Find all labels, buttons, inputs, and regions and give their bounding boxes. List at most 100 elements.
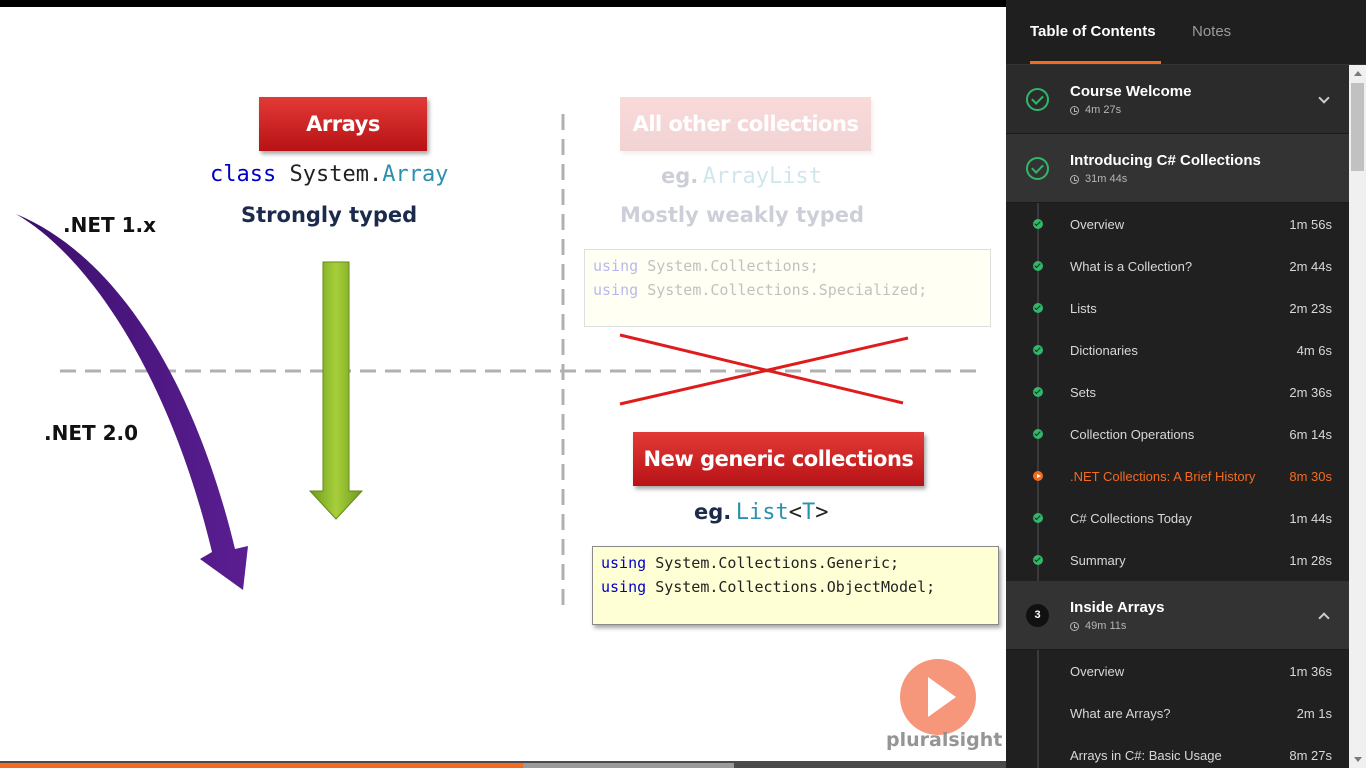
clip-title: What is a Collection?: [1070, 259, 1193, 274]
tab-notes[interactable]: Notes: [1192, 23, 1231, 40]
eg-type-param: T: [801, 500, 816, 525]
eg-prefix: eg.: [694, 500, 732, 524]
generic-eg: eg. List<T>: [694, 500, 828, 525]
code-text: System.Collections.ObjectModel;: [655, 578, 936, 596]
other-eg: eg. ArrayList: [661, 164, 822, 189]
clock-icon: [1070, 621, 1079, 631]
check-dot-icon: [1033, 387, 1043, 397]
progress-played: [0, 763, 524, 768]
clip-title: Overview: [1070, 217, 1125, 232]
check-dot-icon: [1033, 303, 1043, 313]
video-player[interactable]: Arrays class System.Array Strongly typed…: [0, 0, 1006, 768]
video-progress-bar[interactable]: [0, 761, 1006, 768]
clip-duration: 8m 30s: [1289, 469, 1332, 484]
clip-duration: 6m 14s: [1289, 427, 1332, 442]
code-keyword: class: [210, 162, 277, 187]
module-duration-text: 4m 27s: [1085, 104, 1122, 116]
sidebar-tabs: Table of Contents Notes: [1006, 0, 1366, 65]
module-duration-text: 31m 44s: [1085, 173, 1128, 185]
active-tab-indicator: [1030, 61, 1161, 64]
clip-duration: 1m 56s: [1289, 217, 1332, 232]
code-keyword: using: [593, 281, 639, 299]
clip-title: .NET Collections: A Brief History: [1070, 469, 1256, 484]
module-introducing-collections[interactable]: Introducing C# Collections 31m 44s: [1006, 134, 1349, 203]
clip-title: What are Arrays?: [1070, 706, 1171, 721]
clip-duration: 2m 36s: [1289, 385, 1332, 400]
check-dot-icon: [1033, 513, 1043, 523]
module-duration: 4m 27s: [1070, 104, 1121, 116]
tab-table-of-contents[interactable]: Table of Contents: [1030, 23, 1156, 40]
clip-item-current[interactable]: .NET Collections: A Brief History 8m 30s: [1006, 455, 1349, 497]
watermark-text: pluralsight: [886, 729, 1003, 751]
clip-item[interactable]: Arrays in C#: Basic Usage 8m 27s: [1006, 734, 1349, 768]
clip-duration: 4m 6s: [1296, 343, 1332, 358]
clip-item[interactable]: Overview 1m 36s: [1006, 650, 1349, 692]
check-circle-icon: [1026, 88, 1049, 111]
other-collections-box: All other collections: [620, 97, 871, 151]
code-type: Array: [382, 162, 449, 187]
check-dot-icon: [1033, 429, 1043, 439]
clip-item[interactable]: What is a Collection? 2m 44s: [1006, 245, 1349, 287]
eg-type: ArrayList: [702, 164, 822, 189]
net2-label: .NET 2.0: [44, 421, 139, 445]
other-code-box: using System.Collections; using System.C…: [584, 249, 991, 327]
module-number-badge: 3: [1026, 604, 1049, 627]
net1-label: .NET 1.x: [63, 213, 157, 237]
check-dot-icon: [1033, 261, 1043, 271]
pluralsight-watermark: pluralsight: [814, 651, 1004, 761]
check-circle-icon: [1026, 157, 1049, 180]
module-duration: 31m 44s: [1070, 173, 1127, 185]
green-down-arrow: [308, 261, 364, 520]
clip-item[interactable]: Summary 1m 28s: [1006, 539, 1349, 581]
scrollbar-thumb[interactable]: [1351, 83, 1364, 171]
arrays-class-code: class System.Array: [210, 162, 448, 187]
clip-item[interactable]: Sets 2m 36s: [1006, 371, 1349, 413]
clip-title: Arrays in C#: Basic Usage: [1070, 748, 1222, 763]
clip-title: Summary: [1070, 553, 1126, 568]
sidebar-scrollbar[interactable]: [1349, 65, 1366, 768]
scroll-up-arrow-icon[interactable]: [1354, 71, 1362, 76]
module-inside-arrays[interactable]: 3 Inside Arrays 49m 11s: [1006, 581, 1349, 650]
clip-duration: 2m 44s: [1289, 259, 1332, 274]
table-of-contents: Course Welcome 4m 27s Introducing C# Col…: [1006, 65, 1349, 768]
play-dot-icon: [1033, 471, 1043, 481]
clip-item[interactable]: Collection Operations 6m 14s: [1006, 413, 1349, 455]
clip-title: Lists: [1070, 301, 1097, 316]
module-title: Introducing C# Collections: [1070, 152, 1261, 169]
clip-item[interactable]: What are Arrays? 2m 1s: [1006, 692, 1349, 734]
clip-title: Sets: [1070, 385, 1097, 400]
purple-curved-arrow: [16, 214, 248, 590]
clip-item[interactable]: C# Collections Today 1m 44s: [1006, 497, 1349, 539]
eg-bracket-open: <: [788, 500, 802, 525]
code-line: using System.Collections.Specialized;: [593, 278, 982, 302]
clip-duration: 1m 36s: [1289, 664, 1332, 679]
code-line: using System.Collections.Generic;: [601, 551, 990, 575]
clip-item[interactable]: Dictionaries 4m 6s: [1006, 329, 1349, 371]
code-text: System.Collections;: [647, 257, 819, 275]
module-title: Course Welcome: [1070, 83, 1192, 100]
module-2-clips: Overview 1m 56s What is a Collection? 2m 4…: [1006, 203, 1349, 581]
clock-icon: [1070, 174, 1079, 184]
clip-title: C# Collections Today: [1070, 511, 1192, 526]
code-keyword: using: [601, 578, 647, 596]
chevron-up-icon[interactable]: [1318, 612, 1330, 624]
clip-duration: 1m 28s: [1289, 553, 1332, 568]
code-text: System.Collections.Specialized;: [647, 281, 928, 299]
check-dot-icon: [1033, 345, 1043, 355]
code-line: using System.Collections;: [593, 254, 982, 278]
eg-type: List: [735, 500, 789, 525]
scroll-down-arrow-icon[interactable]: [1354, 757, 1362, 762]
code-keyword: using: [593, 257, 639, 275]
clip-item[interactable]: Overview 1m 56s: [1006, 203, 1349, 245]
slide: Arrays class System.Array Strongly typed…: [0, 7, 1006, 761]
chevron-down-icon[interactable]: [1318, 92, 1330, 104]
clip-duration: 8m 27s: [1289, 748, 1332, 763]
eg-prefix: eg.: [661, 164, 699, 188]
clip-item[interactable]: Lists 2m 23s: [1006, 287, 1349, 329]
code-keyword: using: [601, 554, 647, 572]
clip-duration: 2m 23s: [1289, 301, 1332, 316]
check-dot-icon: [1033, 219, 1043, 229]
module-course-welcome[interactable]: Course Welcome 4m 27s: [1006, 65, 1349, 134]
code-text: System.Collections.Generic;: [655, 554, 900, 572]
code-namespace: System.: [289, 162, 383, 187]
